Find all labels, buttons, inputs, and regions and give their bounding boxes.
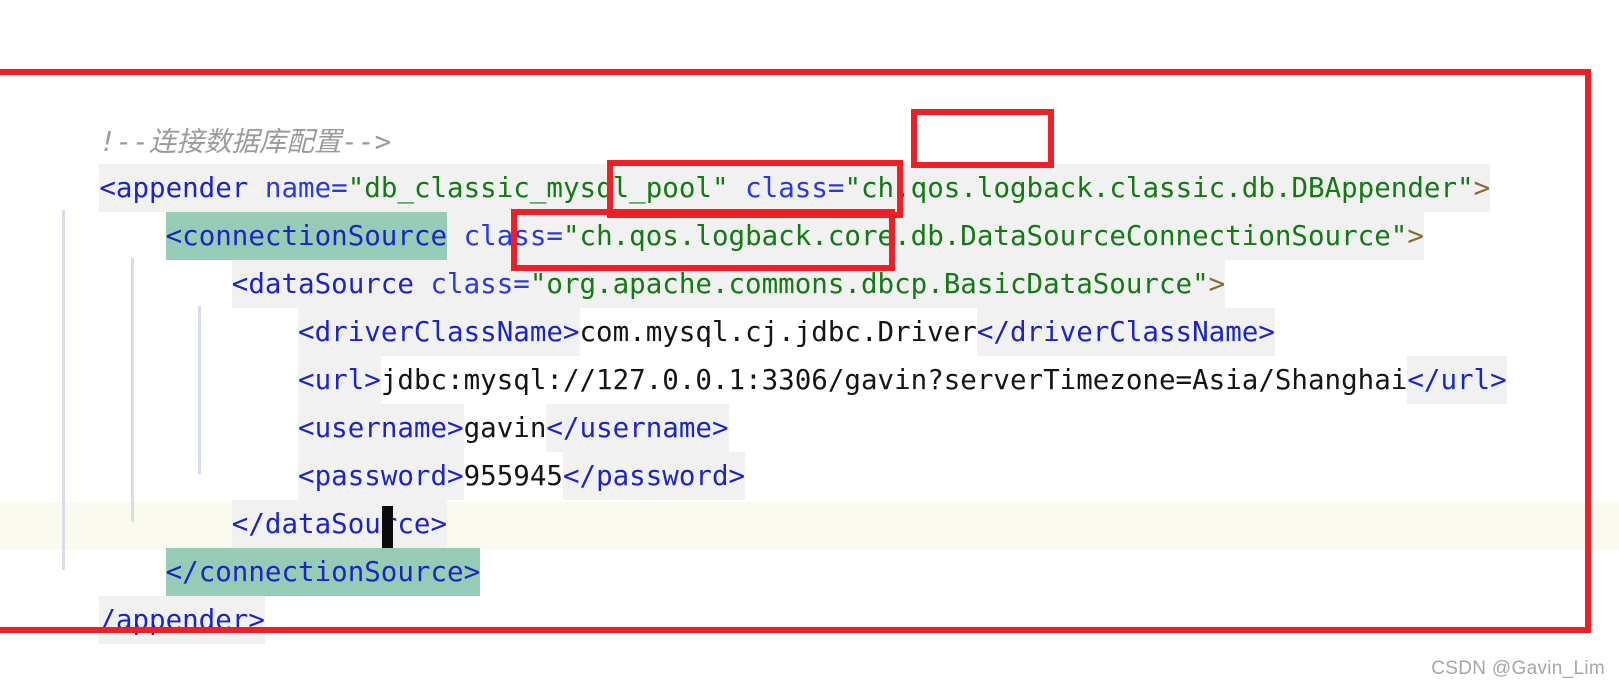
csdn-watermark: CSDN @Gavin_Lim [1431,658,1605,679]
code-line[interactable]: <driverClassName>com.mysql.cj.jdbc.Drive… [0,260,1619,356]
code-token-tag: /appender> [99,596,265,644]
code-line[interactable]: <username>gavin</username> [0,356,1619,452]
text-caret [382,506,393,548]
code-editor[interactable]: !--连接数据库配置--> <appender name="db_classic… [0,0,1619,690]
code-line[interactable]: </dataSource> [0,452,1619,548]
code-line[interactable]: <password>955945</password> [0,404,1619,500]
code-line[interactable]: <appender name="db_classic_mysql_pool" c… [0,116,1619,212]
code-line[interactable]: !--连接数据库配置--> [0,70,1619,158]
code-line[interactable]: <connectionSource class="ch.qos.logback.… [0,164,1619,260]
code-area[interactable]: !--连接数据库配置--> <appender name="db_classic… [0,70,1619,644]
code-line[interactable]: <url>jdbc:mysql://127.0.0.1:3306/gavin?s… [0,308,1619,404]
code-line[interactable]: /appender> [0,548,1619,644]
code-line[interactable]: <dataSource class="org.apache.commons.db… [0,212,1619,308]
code-line-current[interactable]: </connectionSource> [0,500,1619,596]
